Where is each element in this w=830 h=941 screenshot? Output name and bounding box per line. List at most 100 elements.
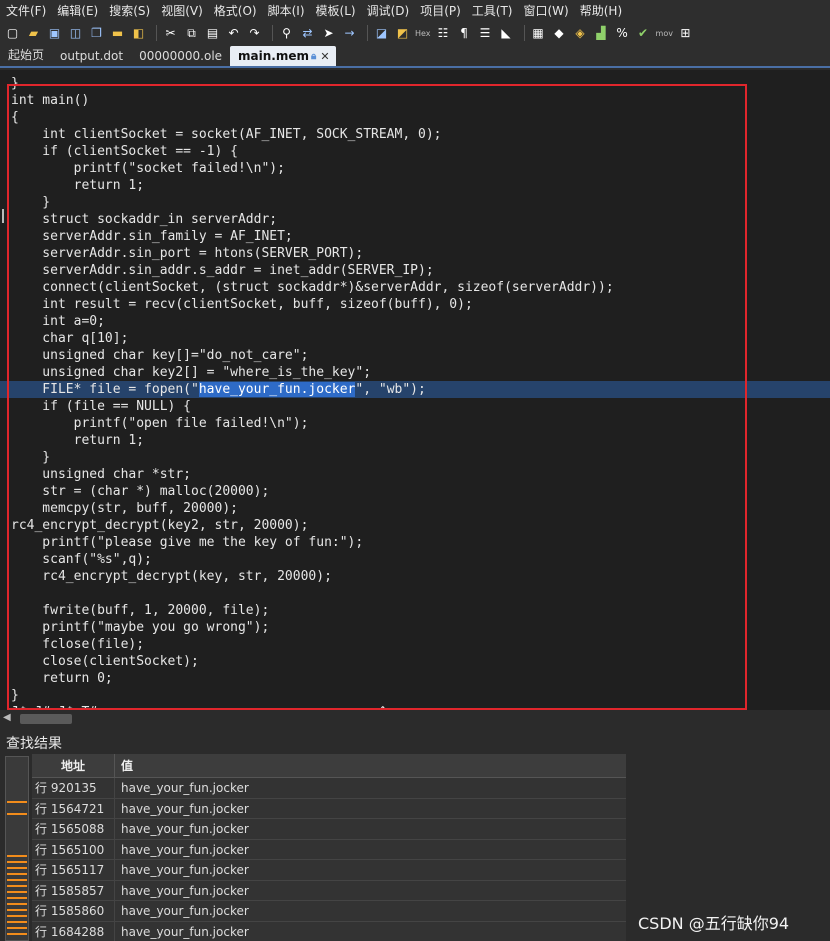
code-line[interactable]: printf("open file failed!\n"); [0,415,830,432]
code-line[interactable]: close(clientSocket); [0,653,830,670]
scroll-left-icon[interactable]: ◀ [3,712,11,723]
script-icon[interactable]: ◆ [551,25,568,42]
calculator-icon[interactable]: ▦ [530,25,547,42]
code-line[interactable]: FILE* file = fopen("have_your_fun.jocker… [0,381,830,398]
menu-help[interactable]: 帮助(H) [580,2,622,19]
menu-format[interactable]: 格式(O) [214,2,257,19]
save-icon[interactable]: ▣ [46,25,63,42]
code-line[interactable]: int a=0; [0,313,830,330]
template-icon[interactable]: ◈ [572,25,589,42]
pilcrow-icon[interactable]: ¶ [456,25,473,42]
menu-view[interactable]: 视图(V) [161,2,203,19]
tab-main-mem[interactable]: main.mem 🔒︎ ✕ [230,46,336,66]
code-line[interactable]: scanf("%s",q); [0,551,830,568]
menu-edit[interactable]: 编辑(E) [57,2,98,19]
hex-icon[interactable]: Hex [415,25,431,42]
menu-script[interactable]: 脚本(I) [268,2,305,19]
highlight-icon[interactable]: ◣ [498,25,515,42]
tab-output-dot[interactable]: output.dot [52,49,131,66]
close-tab-icon[interactable]: ✕ [320,50,329,63]
code-line[interactable]: struct sockaddr_in serverAddr; [0,211,830,228]
column-value[interactable]: 值 [115,754,626,777]
checksum-icon[interactable]: ✔ [635,25,652,42]
code-line[interactable]: return 0; [0,670,830,687]
code-line[interactable]: printf("maybe you go wrong"); [0,619,830,636]
code-line[interactable]: int clientSocket = socket(AF_INET, SOCK_… [0,126,830,143]
folder-icon[interactable]: ▬ [109,25,126,42]
code-line[interactable]: } [0,75,830,92]
tab-ole-file[interactable]: 00000000.ole [131,49,230,66]
table-row[interactable]: 行 1565117 have_your_fun.jocker [32,860,626,881]
paste-icon[interactable]: ▤ [204,25,221,42]
results-minimap[interactable] [5,756,29,941]
code-line[interactable]: str = (char *) malloc(20000); [0,483,830,500]
table-row[interactable]: 行 920135 have_your_fun.jocker [32,778,626,799]
code-line[interactable]: } [0,194,830,211]
table-row[interactable]: 行 1585860 have_your_fun.jocker [32,901,626,922]
replace-icon[interactable]: ⇄ [299,25,316,42]
goto-icon[interactable]: ➤ [320,25,337,42]
menu-project[interactable]: 项目(P) [420,2,461,19]
code-line[interactable]: char q[10]; [0,330,830,347]
code-line[interactable]: int main() [0,92,830,109]
code-line[interactable]: printf("please give me the key of fun:")… [0,534,830,551]
mov-icon[interactable]: mov [656,25,673,42]
menu-window[interactable]: 窗口(W) [524,2,569,19]
histogram-icon[interactable]: ▟ [593,25,610,42]
code-line[interactable]: rc4_encrypt_decrypt(key2, str, 20000); [0,517,830,534]
code-line[interactable] [0,585,830,602]
code-line[interactable]: if (clientSocket == -1) { [0,143,830,160]
code-line[interactable]: { [0,109,830,126]
code-line[interactable]: connect(clientSocket, (struct sockaddr*)… [0,279,830,296]
table-row[interactable]: 行 1585857 have_your_fun.jocker [32,880,626,901]
code-line[interactable]: serverAddr.sin_port = htons(SERVER_PORT)… [0,245,830,262]
compare-icon[interactable]: ☷ [435,25,452,42]
menu-search[interactable]: 搜索(S) [109,2,150,19]
column-address[interactable]: 地址 [32,754,115,777]
code-line[interactable]: serverAddr.sin_addr.s_addr = inet_addr(S… [0,262,830,279]
code-line[interactable]: serverAddr.sin_family = AF_INET; [0,228,830,245]
code-line[interactable]: rc4_encrypt_decrypt(key, str, 20000); [0,568,830,585]
menu-file[interactable]: 文件(F) [6,2,46,19]
code-line[interactable]: unsigned char key[]="do_not_care"; [0,347,830,364]
tab-start-page[interactable]: 起始页 [0,46,52,66]
cut-icon[interactable]: ✂ [162,25,179,42]
open-icon[interactable]: ▰ [25,25,42,42]
code-line[interactable]: fwrite(buff, 1, 20000, file); [0,602,830,619]
table-row[interactable]: 行 1564721 have_your_fun.jocker [32,798,626,819]
menu-tools[interactable]: 工具(T) [472,2,513,19]
new-file-icon[interactable]: ▢ [4,25,21,42]
save-all-icon[interactable]: ◫ [67,25,84,42]
code-line[interactable]: unsigned char *str; [0,466,830,483]
percent-icon[interactable]: % [614,25,631,42]
bookmark-next-icon[interactable]: ◩ [394,25,411,42]
undo-icon[interactable]: ↶ [225,25,242,42]
code-editor[interactable]: } int main(){ int clientSocket = socket(A… [0,70,830,710]
columns-icon[interactable]: ☰ [477,25,494,42]
code-line[interactable]: J$ J# J$ T# ^ [0,704,830,710]
table-row[interactable]: 行 1565100 have_your_fun.jocker [32,839,626,860]
copy-file-icon[interactable]: ❐ [88,25,105,42]
code-line[interactable]: int result = recv(clientSocket, buff, si… [0,296,830,313]
menu-template[interactable]: 模板(L) [316,2,356,19]
copy-icon[interactable]: ⧉ [183,25,200,42]
code-line[interactable]: } [0,449,830,466]
table-row[interactable]: 行 1565088 have_your_fun.jocker [32,819,626,840]
next-icon[interactable]: → [341,25,358,42]
find-icon[interactable]: ⚲ [278,25,295,42]
bookmark-icon[interactable]: ◪ [373,25,390,42]
code-line[interactable]: return 1; [0,432,830,449]
code-line[interactable]: fclose(file); [0,636,830,653]
code-line[interactable]: return 1; [0,177,830,194]
base-convert-icon[interactable]: ⊞ [677,25,694,42]
code-line[interactable]: memcpy(str, buff, 20000); [0,500,830,517]
code-line[interactable]: } [0,687,830,704]
menu-debug[interactable]: 调试(D) [367,2,410,19]
code-line[interactable]: if (file == NULL) { [0,398,830,415]
code-line[interactable]: printf("socket failed!\n"); [0,160,830,177]
table-row[interactable]: 行 1684288 have_your_fun.jocker [32,921,626,941]
scroll-thumb[interactable] [20,714,72,724]
archive-icon[interactable]: ◧ [130,25,147,42]
code-line[interactable]: unsigned char key2[] = "where_is_the_key… [0,364,830,381]
redo-icon[interactable]: ↷ [246,25,263,42]
